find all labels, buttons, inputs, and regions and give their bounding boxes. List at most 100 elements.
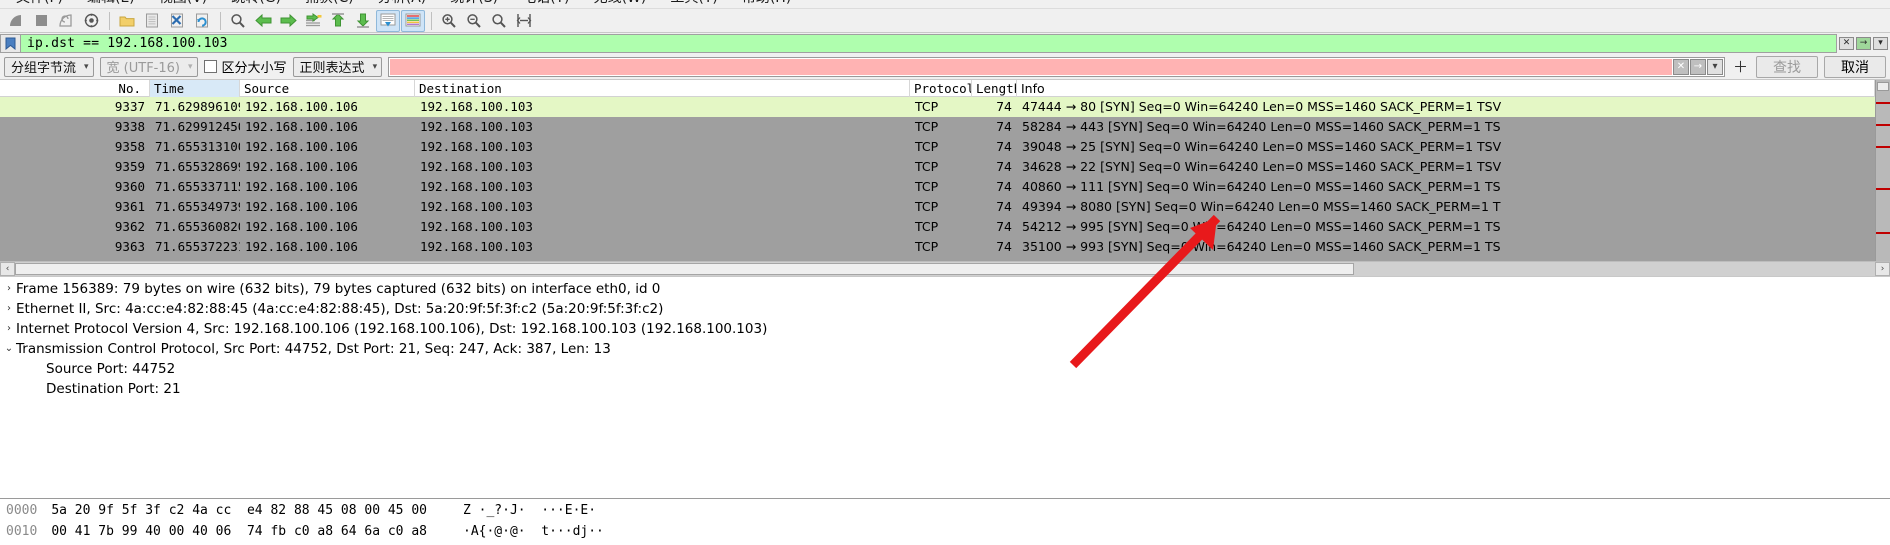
go-forward-icon[interactable] (276, 10, 300, 32)
detail-row[interactable]: Destination Port: 21 (2, 379, 1890, 399)
column-header-source[interactable]: Source (240, 80, 415, 97)
plus-icon[interactable]: ＋ (1731, 56, 1750, 77)
colorize-icon[interactable] (401, 9, 425, 32)
cell-info: 58284 → 443 [SYN] Seq=0 Win=64240 Len=0 … (1022, 119, 1501, 134)
hex-row[interactable]: 0010 00 41 7b 99 40 00 40 06 74 fb c0 a8 … (0, 521, 1890, 542)
chevron-down-icon: ▾ (188, 61, 193, 72)
go-to-packet-icon[interactable] (301, 10, 325, 32)
chevron-down-icon[interactable]: ▾ (1706, 58, 1723, 75)
table-row[interactable]: 9359 71.655328699 192.168.100.106 192.168.1… (0, 157, 1875, 177)
resize-columns-icon[interactable] (512, 10, 536, 32)
detail-row-label: Ethernet II, Src: 4a:cc:e4:82:88:45 (4a:… (16, 301, 664, 317)
display-filter-input[interactable]: ip.dst == 192.168.100.103 (20, 34, 1837, 53)
menu-item-capture[interactable]: 捕获(C) (293, 0, 366, 5)
table-row[interactable]: 9338 71.629912450 192.168.100.106 192.168.1… (0, 117, 1875, 137)
close-file-icon[interactable] (165, 10, 189, 32)
go-back-icon[interactable] (251, 10, 275, 32)
find-search-in-combo[interactable]: 分组字节流 ▾ (4, 56, 94, 77)
detail-row-label: Frame 156389: 79 bytes on wire (632 bits… (16, 281, 661, 297)
menu-item-analyze[interactable]: 分析(A) (366, 0, 439, 5)
find-charset-combo[interactable]: 宽 (UTF-16) ▾ (99, 56, 198, 77)
stop-capture-icon[interactable] (29, 10, 53, 32)
detail-row[interactable]: ⌄ Transmission Control Protocol, Src Port… (2, 339, 1890, 359)
detail-row[interactable]: › Internet Protocol Version 4, Src: 192.1… (2, 319, 1890, 339)
cell-no: 9359 (114, 159, 145, 174)
chevron-right-icon[interactable]: › (2, 299, 16, 319)
menu-item-help[interactable]: 帮助(H) (730, 0, 803, 5)
cell-source: 192.168.100.106 (245, 139, 358, 154)
reload-file-icon[interactable] (190, 10, 214, 32)
cell-protocol: TCP (915, 219, 939, 234)
column-header-protocol[interactable]: Protocol (910, 80, 972, 97)
menu-item-telephony[interactable]: 电话(Y) (510, 0, 581, 5)
go-last-packet-icon[interactable] (351, 10, 375, 32)
packet-list-vertical-scrollbar[interactable] (1875, 80, 1890, 261)
cell-length: 74 (996, 99, 1012, 114)
menu-item-tools[interactable]: 工具(T) (658, 0, 729, 5)
find-input[interactable] (390, 58, 1672, 75)
find-packet-icon[interactable] (226, 10, 250, 32)
clear-filter-icon[interactable]: ✕ (1839, 37, 1854, 50)
menu-item-statistics[interactable]: 统计(S) (438, 0, 510, 5)
go-first-packet-icon[interactable] (326, 10, 350, 32)
table-row[interactable]: 9363 71.655372231 192.168.100.106 192.168.1… (0, 237, 1875, 257)
cell-time: 71.655372231 (155, 239, 240, 254)
table-row[interactable]: 9361 71.655349739 192.168.100.106 192.168.1… (0, 197, 1875, 217)
table-row[interactable]: 9358 71.655313100 192.168.100.106 192.168.1… (0, 137, 1875, 157)
table-row[interactable]: 9337 71.629896109 192.168.100.106 192.168.1… (0, 97, 1875, 117)
packet-bytes-pane[interactable]: 0000 5a 20 9f 5f 3f c2 4a cc e4 82 88 45 … (0, 498, 1890, 545)
filter-expression-icon[interactable]: ▾ (1873, 37, 1888, 50)
menu-item-file[interactable]: 文件(F) (4, 0, 75, 5)
table-row[interactable]: 9362 71.655360820 192.168.100.106 192.168.1… (0, 217, 1875, 237)
zoom-reset-icon[interactable] (487, 10, 511, 32)
open-file-icon[interactable] (115, 10, 139, 32)
hex-row[interactable]: 0000 5a 20 9f 5f 3f c2 4a cc e4 82 88 45 … (0, 500, 1890, 521)
arrow-right-icon[interactable]: → (1689, 58, 1706, 75)
column-header-info[interactable]: Info (1017, 80, 1875, 97)
zoom-out-icon[interactable] (462, 10, 486, 32)
cell-no: 9363 (114, 239, 145, 254)
column-header-no[interactable]: No. (0, 80, 150, 97)
cell-time: 71.655328699 (155, 159, 240, 174)
menu-item-view[interactable]: 视图(V) (147, 0, 220, 5)
scrollbar-thumb[interactable] (15, 263, 1355, 275)
save-file-icon[interactable] (140, 10, 164, 32)
chevron-down-icon[interactable]: ⌄ (2, 339, 16, 359)
cell-source: 192.168.100.106 (245, 219, 358, 234)
chevron-right-icon[interactable]: › (2, 319, 16, 339)
checkbox-icon[interactable] (203, 60, 217, 73)
cancel-button[interactable]: 取消 (1824, 55, 1886, 78)
table-row[interactable]: 9360 71.655337115 192.168.100.106 192.168.1… (0, 177, 1875, 197)
detail-row[interactable]: Source Port: 44752 (2, 359, 1890, 379)
capture-options-icon[interactable] (79, 10, 103, 32)
start-capture-icon[interactable] (4, 10, 28, 32)
column-header-length[interactable]: Length (972, 80, 1017, 97)
detail-row[interactable]: › Ethernet II, Src: 4a:cc:e4:82:88:45 (4a… (2, 299, 1890, 319)
menu-item-wireless[interactable]: 无线(W) (582, 0, 659, 5)
scroll-right-icon[interactable]: › (1875, 262, 1890, 276)
scrollbar-thumb[interactable] (1877, 82, 1889, 91)
menu-item-edit[interactable]: 编辑(E) (75, 0, 147, 5)
auto-scroll-icon[interactable] (376, 9, 400, 32)
scroll-left-icon[interactable]: ‹ (0, 262, 15, 276)
chevron-right-icon[interactable]: › (2, 279, 16, 299)
packet-detail-pane[interactable]: › Frame 156389: 79 bytes on wire (632 bit… (0, 276, 1890, 498)
menu-item-go[interactable]: 跳转(G) (219, 0, 293, 5)
find-case-sensitive-label: 区分大小写 (221, 61, 287, 76)
restart-capture-icon[interactable] (54, 10, 78, 32)
find-case-sensitive-checkbox[interactable]: 区分大小写 (203, 57, 287, 76)
column-header-destination[interactable]: Destination (415, 80, 910, 97)
find-match-type-combo[interactable]: 正则表达式 ▾ (292, 56, 383, 77)
apply-filter-icon[interactable]: → (1856, 37, 1871, 50)
packet-list-horizontal-scrollbar[interactable]: ‹ › (0, 261, 1890, 276)
cell-info: 49394 → 8080 [SYN] Seq=0 Win=64240 Len=0… (1022, 199, 1501, 214)
column-header-time[interactable]: Time (150, 80, 240, 97)
scrollbar-track[interactable] (15, 262, 1875, 276)
cell-no: 9338 (114, 119, 145, 134)
bookmark-icon[interactable] (0, 34, 20, 53)
clear-icon[interactable]: ✕ (1672, 58, 1689, 75)
find-button[interactable]: 查找 (1756, 55, 1818, 78)
detail-row[interactable]: › Frame 156389: 79 bytes on wire (632 bit… (2, 279, 1890, 299)
zoom-in-icon[interactable] (437, 10, 461, 32)
cell-length: 74 (996, 119, 1012, 134)
